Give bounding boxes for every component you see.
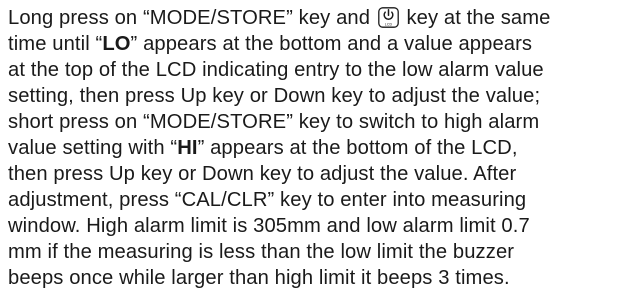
text-segment: short press on “MODE/STORE” key to switc… [8, 111, 540, 133]
text-segment: beeps once while larger than high limit … [8, 267, 510, 289]
text-line: value setting with “HI” appears at the b… [8, 135, 618, 161]
lcd-power-key-icon: LCD [377, 7, 399, 28]
text-segment: at the top of the LCD indicating entry t… [8, 59, 544, 81]
text-segment: then press Up key or Down key to adjust … [8, 163, 517, 185]
lo-indicator-text: LO [102, 33, 131, 55]
text-segment: Long press on “MODE/STORE” key and [8, 7, 376, 29]
text-line: time until “LO” appears at the bottom an… [8, 31, 618, 57]
text-segment: ” appears at the bottom and a value appe… [130, 33, 533, 55]
text-segment: time until “ [8, 33, 103, 55]
text-segment: setting, then press Up key or Down key t… [8, 85, 541, 107]
text-segment: window. High alarm limit is 305mm and lo… [8, 215, 530, 237]
text-segment: key at the same [400, 7, 551, 29]
text-line: mm if the measuring is less than the low… [8, 239, 618, 265]
text-line: beeps once while larger than high limit … [8, 265, 618, 291]
text-segment: value setting with “ [8, 137, 178, 159]
text-line: then press Up key or Down key to adjust … [8, 161, 618, 187]
instruction-paragraph: Long press on “MODE/STORE” key and LCD k… [8, 5, 618, 291]
lcd-key-label: LCD [385, 22, 393, 26]
hi-indicator-text: HI [177, 137, 198, 159]
text-segment: adjustment, press “CAL/CLR” key to enter… [8, 189, 527, 211]
text-line: window. High alarm limit is 305mm and lo… [8, 213, 618, 239]
text-line: Long press on “MODE/STORE” key and LCD k… [8, 5, 618, 31]
text-line: at the top of the LCD indicating entry t… [8, 57, 618, 83]
text-segment: mm if the measuring is less than the low… [8, 241, 515, 263]
text-line: setting, then press Up key or Down key t… [8, 83, 618, 109]
text-line: adjustment, press “CAL/CLR” key to enter… [8, 187, 618, 213]
text-line: short press on “MODE/STORE” key to switc… [8, 109, 618, 135]
text-segment: ” appears at the bottom of the LCD, [197, 137, 518, 159]
